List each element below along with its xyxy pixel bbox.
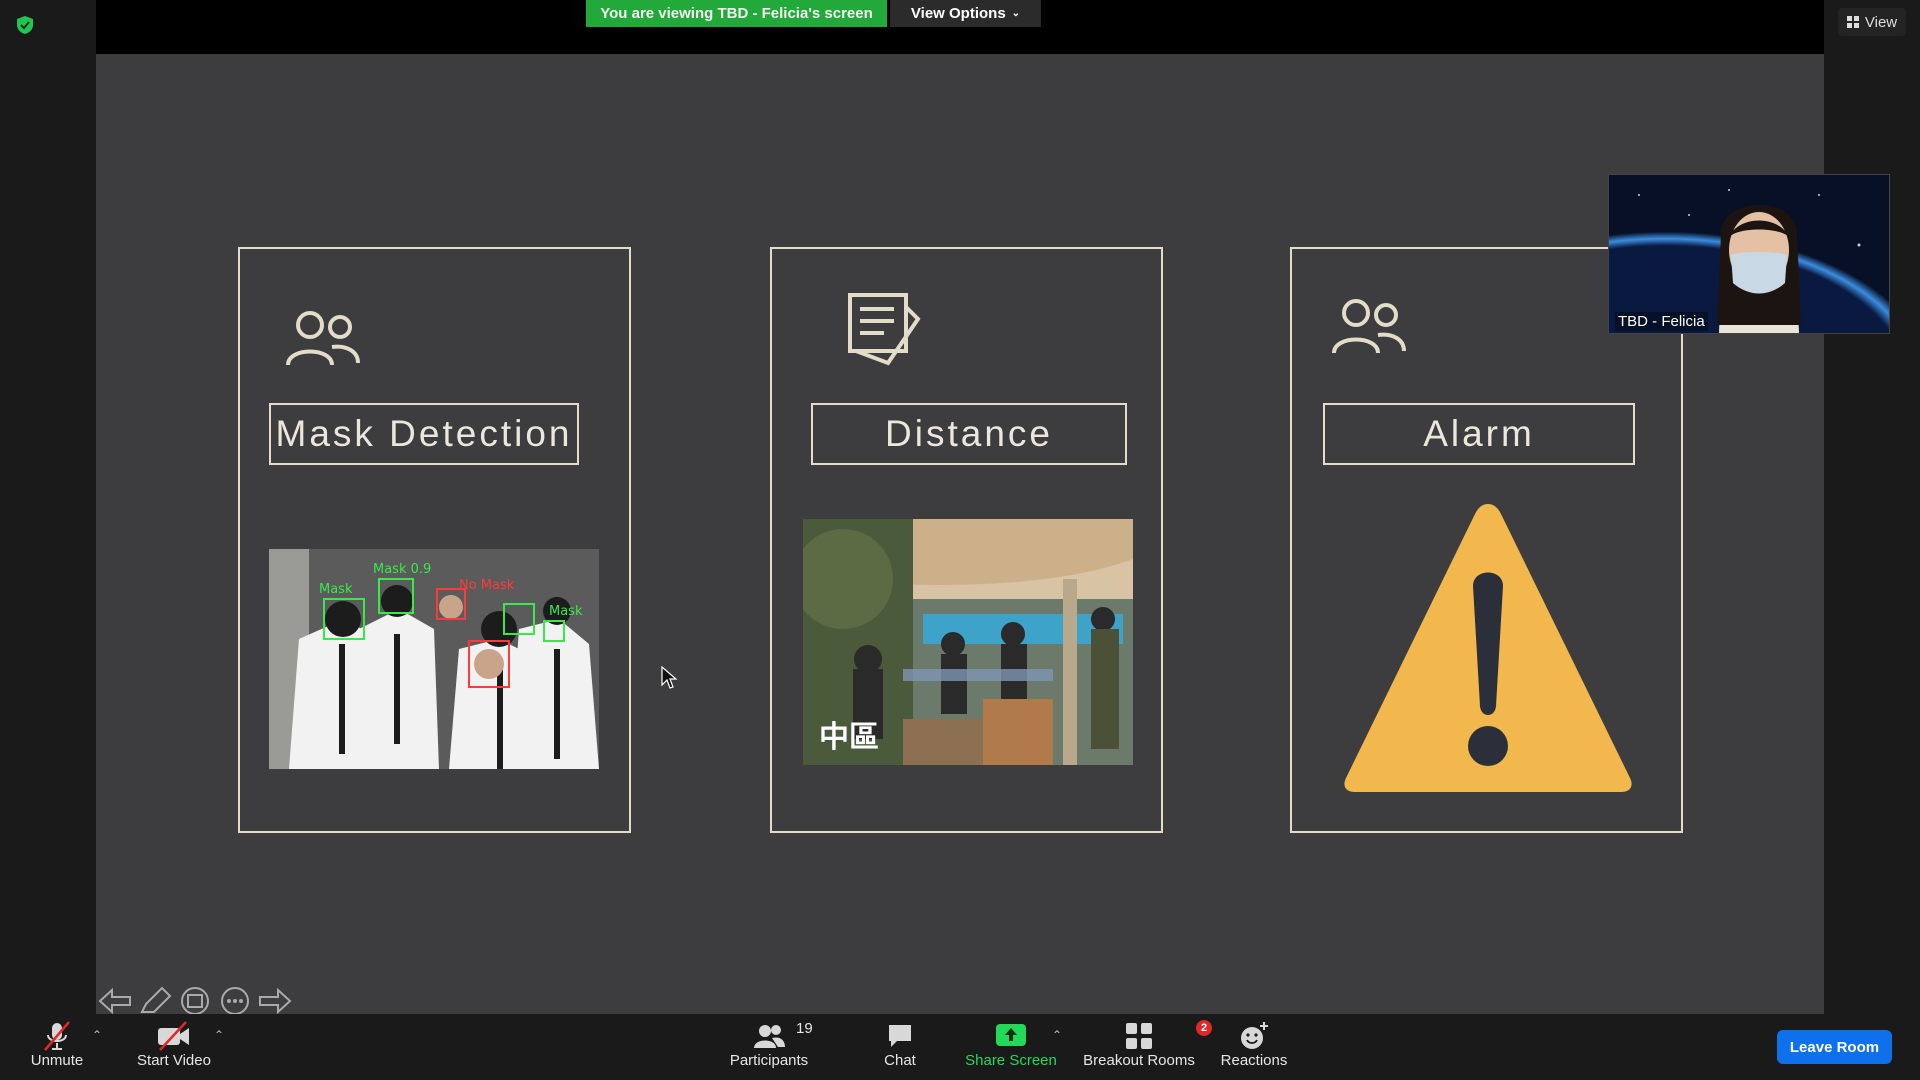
mask-tag: Mask: [319, 582, 353, 597]
screen-share-top-bar: You are viewing TBD - Felicia's screen V…: [96, 0, 1824, 54]
view-button-label: View: [1864, 13, 1898, 31]
save-annotation-icon[interactable]: [178, 986, 212, 1016]
video-options-caret-icon[interactable]: ⌃: [214, 1028, 224, 1042]
warning-triangle-icon: [1344, 504, 1632, 792]
news-logo-text: 中區: [819, 720, 879, 755]
participants-button[interactable]: 19 Participants: [724, 1020, 814, 1069]
pen-icon[interactable]: [138, 986, 172, 1016]
share-screen-label: Share Screen: [965, 1052, 1057, 1069]
alarm-label: Alarm: [1323, 403, 1635, 465]
share-screen-icon: [996, 1024, 1026, 1046]
participants-icon: [754, 1025, 785, 1048]
audio-options-caret-icon[interactable]: ⌃: [92, 1028, 102, 1042]
zoom-meeting-window: You are viewing TBD - Felicia's screen V…: [0, 0, 1920, 1080]
viewing-screen-banner: You are viewing TBD - Felicia's screen: [586, 0, 887, 27]
unmute-button[interactable]: Unmute: [22, 1020, 92, 1069]
grid-view-icon: [1846, 16, 1859, 28]
participant-video-tile[interactable]: TBD - Felicia: [1608, 174, 1890, 334]
share-options-caret-icon[interactable]: ⌃: [1052, 1028, 1062, 1042]
video-off-icon: [158, 1021, 189, 1051]
people-icon: [286, 311, 360, 366]
mask-tag: Mask 0.9: [373, 562, 431, 577]
reactions-label: Reactions: [1220, 1052, 1288, 1069]
participants-label: Participants: [729, 1052, 809, 1069]
view-options-dropdown[interactable]: View Options ⌄: [890, 0, 1041, 27]
view-options-label: View Options: [910, 5, 1006, 22]
more-options-icon[interactable]: [218, 986, 252, 1016]
chat-label: Chat: [884, 1052, 916, 1069]
breakout-rooms-badge: 2: [1196, 1020, 1213, 1036]
reactions-icon: [1241, 1022, 1268, 1049]
people-icon: [1332, 299, 1406, 354]
muted-microphone-icon: [44, 1021, 70, 1051]
mask-detection-photo: Mask 0.9 Mask No Mask Mask: [269, 549, 599, 769]
undo-icon[interactable]: [98, 986, 132, 1016]
distance-label: Distance: [811, 403, 1127, 465]
redo-icon[interactable]: [258, 986, 292, 1016]
start-video-label: Start Video: [137, 1052, 211, 1069]
meeting-controls-toolbar: Unmute ⌃ Start Video ⌃ 19 Participants C…: [0, 1014, 1920, 1080]
share-screen-button[interactable]: Share Screen: [964, 1020, 1058, 1069]
no-mask-tag: No Mask: [459, 578, 515, 593]
distance-card: Distance 中區: [770, 247, 1163, 833]
annotation-tools: [98, 986, 292, 1016]
leave-room-button[interactable]: Leave Room: [1777, 1030, 1892, 1064]
breakout-rooms-label: Breakout Rooms: [1083, 1052, 1195, 1069]
students-image: Mask 0.9 Mask No Mask Mask: [269, 549, 599, 769]
mask-detection-label: Mask Detection: [269, 403, 579, 465]
distance-photo: 中區: [803, 519, 1133, 765]
mask-tag: Mask: [549, 604, 583, 619]
chevron-down-icon: ⌄: [1011, 8, 1021, 19]
outdoor-gathering-image: 中區: [803, 519, 1133, 765]
document-icon: [848, 293, 921, 366]
mouse-cursor-icon: [661, 666, 677, 689]
start-video-button[interactable]: Start Video: [132, 1020, 216, 1069]
participant-video-feed: [1609, 175, 1889, 333]
breakout-rooms-button[interactable]: 2 Breakout Rooms: [1080, 1020, 1213, 1069]
view-button[interactable]: View: [1838, 8, 1906, 36]
reactions-button[interactable]: Reactions: [1218, 1020, 1290, 1069]
mask-detection-card: Mask Detection Mask 0.9 Mask No Mask Mas…: [238, 247, 631, 833]
shared-screen-slide: Mask Detection Mask 0.9 Mask No Mask Mas…: [96, 54, 1824, 1014]
alarm-card: Alarm: [1290, 247, 1683, 833]
security-shield-icon[interactable]: [14, 14, 36, 36]
unmute-label: Unmute: [30, 1052, 84, 1069]
chat-button[interactable]: Chat: [872, 1020, 928, 1069]
breakout-rooms-icon: [1126, 1023, 1152, 1049]
participant-name-label: TBD - Felicia: [1615, 312, 1708, 331]
chat-icon: [889, 1025, 911, 1047]
participants-count: 19: [796, 1020, 813, 1037]
